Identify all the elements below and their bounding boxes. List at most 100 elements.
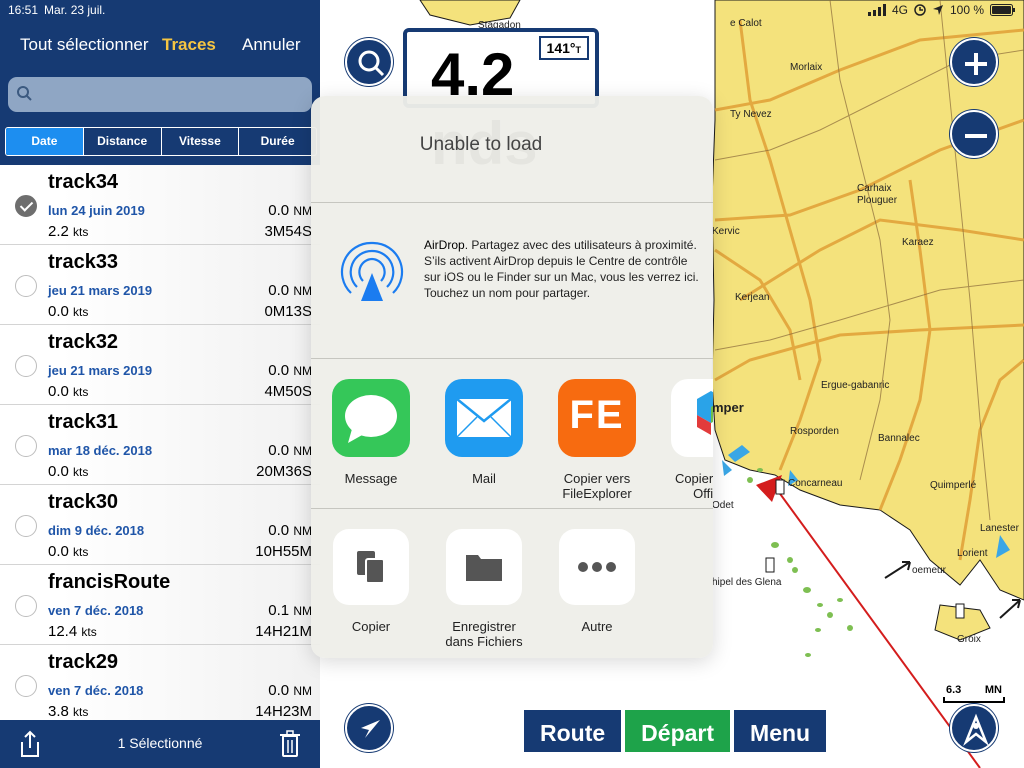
locate-button[interactable] bbox=[345, 704, 393, 752]
sidebar-header: Tout sélectionner Traces Annuler Date Di… bbox=[0, 0, 320, 165]
place-label: Rosporden bbox=[790, 426, 839, 437]
place-label: Quimperlé bbox=[930, 480, 977, 491]
track-duration: 0M13S bbox=[264, 303, 312, 320]
segment-distance[interactable]: Distance bbox=[84, 128, 162, 155]
track-duration: 3M54S bbox=[264, 223, 312, 240]
place-label: Ty Nevez bbox=[730, 109, 772, 120]
place-label: Lanester bbox=[980, 523, 1019, 534]
track-date: jeu 21 mars 2019 bbox=[48, 363, 153, 378]
segment-speed[interactable]: Vitesse bbox=[162, 128, 240, 155]
track-row[interactable]: track29 ven 7 déc. 2018 0.0 NM 3.8 kts 14H23… bbox=[0, 645, 320, 720]
track-distance: 0.0 NM bbox=[268, 282, 312, 299]
selection-checkbox[interactable] bbox=[15, 275, 37, 297]
selection-checkbox[interactable] bbox=[15, 195, 37, 217]
compass-button[interactable] bbox=[950, 704, 998, 752]
track-duration: 10H55M bbox=[255, 543, 312, 560]
track-speed: 0.0 kts bbox=[48, 383, 89, 400]
depart-button[interactable]: Départ bbox=[623, 708, 733, 754]
zoom-out-button[interactable] bbox=[950, 110, 998, 158]
track-distance: 0.0 NM bbox=[268, 682, 312, 699]
selection-checkbox[interactable] bbox=[15, 595, 37, 617]
place-label: Kervic bbox=[712, 226, 740, 237]
menu-button[interactable]: Menu bbox=[732, 708, 829, 754]
status-date: Mar. 23 juil. bbox=[44, 3, 106, 17]
select-all-button[interactable]: Tout sélectionner bbox=[20, 35, 149, 55]
route-button[interactable]: Route bbox=[522, 708, 624, 754]
folder-icon bbox=[446, 529, 522, 605]
track-row[interactable]: francisRoute ven 7 déc. 2018 0.1 NM 12.4 kt… bbox=[0, 565, 320, 645]
search-icon bbox=[358, 50, 385, 77]
selection-checkbox[interactable] bbox=[15, 435, 37, 457]
place-label: hipel des Glena bbox=[712, 577, 782, 588]
minus-icon bbox=[965, 134, 987, 138]
tracks-sidebar: Tout sélectionner Traces Annuler Date Di… bbox=[0, 0, 320, 768]
plus-icon bbox=[965, 53, 987, 75]
selection-checkbox[interactable] bbox=[15, 675, 37, 697]
track-speed: 0.0 kts bbox=[48, 543, 89, 560]
office-icon bbox=[671, 379, 713, 457]
share-app-mail[interactable]: Mail bbox=[439, 379, 529, 486]
network-type: 4G bbox=[891, 3, 908, 17]
track-distance: 0.0 NM bbox=[268, 522, 312, 539]
track-name: track34 bbox=[48, 171, 119, 193]
airdrop-description: AirDrop. Partagez avec des utilisateurs … bbox=[424, 238, 699, 300]
sort-segmented-control: Date Distance Vitesse Durée bbox=[5, 127, 317, 156]
action-copy[interactable]: Copier bbox=[316, 529, 426, 634]
place-label: Kerjean bbox=[735, 292, 770, 303]
cancel-button[interactable]: Annuler bbox=[242, 35, 301, 55]
sidebar-title: Traces bbox=[162, 35, 216, 54]
place-label: Karaez bbox=[902, 237, 934, 248]
track-date: ven 7 déc. 2018 bbox=[48, 603, 144, 618]
place-label: Odet bbox=[712, 500, 734, 511]
place-label: Bannalec bbox=[878, 433, 920, 444]
map-scale: 6.3 MN bbox=[943, 684, 1005, 703]
compass-icon bbox=[963, 713, 989, 746]
track-duration: 4M50S bbox=[264, 383, 312, 400]
place-label: mper bbox=[712, 400, 744, 415]
battery-icon bbox=[990, 4, 1015, 16]
place-label: Concarneau bbox=[788, 478, 843, 489]
messages-icon bbox=[332, 379, 410, 457]
search-input[interactable] bbox=[8, 77, 312, 112]
place-label: Groix bbox=[957, 634, 981, 645]
zoom-in-button[interactable] bbox=[950, 38, 998, 86]
track-speed: 12.4 kts bbox=[48, 623, 97, 640]
track-speed: 0.0 kts bbox=[48, 463, 89, 480]
track-duration: 14H21M bbox=[255, 623, 312, 640]
track-duration: 20M36S bbox=[256, 463, 312, 480]
place-label: Carhaix Plouguer bbox=[857, 183, 898, 206]
location-services-icon bbox=[932, 5, 943, 15]
track-name: track31 bbox=[48, 411, 119, 433]
track-name: track32 bbox=[48, 331, 119, 353]
track-row[interactable]: track31 mar 18 déc. 2018 0.0 NM 0.0 kts 20M3… bbox=[0, 405, 320, 485]
track-duration: 14H23M bbox=[255, 703, 312, 720]
track-date: jeu 21 mars 2019 bbox=[48, 283, 153, 298]
share-app-fileexplorer[interactable]: FE Copier vers FileExplorer bbox=[552, 379, 642, 501]
track-row[interactable]: track34 lun 24 juin 2019 0.0 NM 2.2 kts 3M54… bbox=[0, 165, 320, 245]
track-speed: 2.2 kts bbox=[48, 223, 89, 240]
share-app-office[interactable]: Copier dans Office bbox=[665, 379, 713, 501]
selection-checkbox[interactable] bbox=[15, 355, 37, 377]
trash-icon[interactable] bbox=[279, 730, 301, 758]
place-label: Lorient bbox=[957, 548, 988, 559]
status-time: 16:51 bbox=[8, 3, 39, 17]
track-row[interactable]: track30 dim 9 déc. 2018 0.0 NM 0.0 kts 10H55… bbox=[0, 485, 320, 565]
selection-checkbox[interactable] bbox=[15, 515, 37, 537]
location-arrow-icon bbox=[361, 720, 380, 738]
segment-date[interactable]: Date bbox=[6, 128, 84, 155]
track-distance: 0.1 NM bbox=[268, 602, 312, 619]
airdrop-icon[interactable] bbox=[337, 237, 407, 307]
segment-duration[interactable]: Durée bbox=[239, 128, 316, 155]
map-bottom-bar: Route Départ Menu bbox=[522, 708, 829, 754]
action-more[interactable]: Autre bbox=[542, 529, 652, 634]
action-save-to-files[interactable]: Enregistrer dans Fichiers bbox=[429, 529, 539, 649]
search-map-button[interactable] bbox=[345, 38, 393, 86]
track-name: francisRoute bbox=[48, 571, 171, 593]
share-app-message[interactable]: Message bbox=[326, 379, 416, 486]
track-row[interactable]: track32 jeu 21 mars 2019 0.0 NM 0.0 kts 4M50… bbox=[0, 325, 320, 405]
fileexplorer-icon: FE bbox=[558, 379, 636, 457]
share-sheet-title: Unable to load bbox=[419, 134, 543, 155]
copy-icon bbox=[333, 529, 409, 605]
track-row[interactable]: track33 jeu 21 mars 2019 0.0 NM 0.0 kts 0M13… bbox=[0, 245, 320, 325]
track-list: track34 lun 24 juin 2019 0.0 NM 2.2 kts 3M54… bbox=[0, 165, 320, 720]
